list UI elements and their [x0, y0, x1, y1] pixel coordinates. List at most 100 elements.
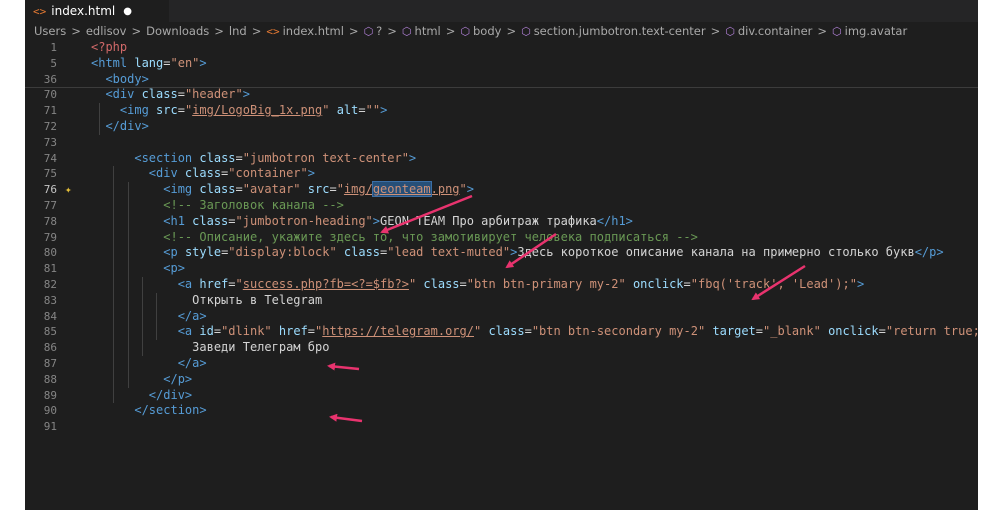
code-line[interactable]: 74 <section class="jumbotron text-center…	[25, 151, 978, 167]
code-token: class	[141, 87, 178, 102]
breadcrumb-item[interactable]: Downloads	[146, 24, 209, 38]
breadcrumb-separator: >	[214, 24, 224, 38]
code-token: <div	[105, 87, 142, 102]
code-line[interactable]: 84 </a>	[25, 309, 978, 325]
tab-bar: <> index.html ●	[25, 0, 978, 22]
code-text: <p>	[91, 261, 185, 277]
code-token: =	[358, 103, 366, 118]
breadcrumb-item[interactable]: ⬡ img.avatar	[832, 24, 907, 38]
code-token: >	[856, 276, 865, 291]
code-line[interactable]: 1 <?php	[25, 40, 978, 56]
line-number: 71	[43, 104, 57, 118]
breadcrumb-item[interactable]: ⬡ section.jumbotron.text-center	[521, 24, 706, 38]
breadcrumb-item[interactable]: Users	[34, 24, 66, 38]
code-token: <?php	[91, 40, 128, 54]
code-line[interactable]: 81 <p>	[25, 261, 978, 277]
sparkle-icon[interactable]: ✦	[65, 182, 72, 198]
code-token: ""	[365, 103, 381, 118]
code-line[interactable]: 71 <img src="img/LogoBig_1x.png" alt="">	[25, 103, 978, 119]
code-token: "en"	[170, 55, 200, 70]
code-line[interactable]: 90 </section>	[25, 403, 978, 419]
line-number: 85	[43, 325, 57, 339]
code-token: <img	[163, 182, 200, 197]
breadcrumb-item[interactable]: ⬡ html	[402, 24, 441, 38]
code-token: <p>	[163, 261, 185, 276]
code-token: </p>	[163, 371, 193, 386]
code-line[interactable]: 36 <body>	[25, 72, 978, 88]
code-token: <section	[134, 150, 200, 165]
code-token: <body>	[105, 71, 149, 86]
code-line[interactable]: 82 <a href="success.php?fb=<?=$fb?>" cla…	[25, 277, 978, 293]
line-number: 76	[43, 183, 57, 197]
breadcrumb-item[interactable]: ⬡?	[364, 24, 383, 38]
code-token: "btn btn-primary my-2"	[466, 276, 626, 291]
code-token: =	[683, 276, 691, 291]
code-line[interactable]: 75 <div class="container">	[25, 166, 978, 182]
code-line[interactable]: 73	[25, 135, 978, 151]
line-number: 1	[50, 41, 57, 54]
breadcrumb-separator: >	[348, 24, 359, 38]
code-token: Заведи Телеграм бро	[91, 340, 330, 355]
cube-icon: ⬡	[401, 25, 412, 38]
breadcrumb-label: lnd	[228, 24, 247, 38]
line-number: 75	[43, 167, 57, 181]
breadcrumb-separator: >	[71, 24, 81, 38]
line-number: 90	[43, 404, 57, 418]
breadcrumb-item[interactable]: ⬡ body	[460, 24, 501, 38]
code-text: <a id="dlink" href="https://telegram.org…	[91, 324, 978, 340]
code-token: =	[177, 87, 185, 102]
breadcrumb-separator: >	[445, 24, 456, 38]
code-token: =	[235, 150, 243, 165]
code-line[interactable]: 79 <!-- Описание, укажите здесь то, что …	[25, 230, 978, 246]
breadcrumb-item[interactable]: ⬡ div.container	[725, 24, 812, 38]
code-line[interactable]: 87 </a>	[25, 356, 978, 372]
unsaved-dot-icon[interactable]: ●	[123, 6, 132, 17]
code-token: =	[459, 276, 467, 291]
code-line[interactable]: 80 <p style="display:block" class="lead …	[25, 245, 978, 261]
code-text: <p style="display:block" class="lead tex…	[91, 245, 943, 261]
code-line[interactable]: 88 </p>	[25, 372, 978, 388]
code-token: success.php?fb=<?=$fb?>	[242, 276, 409, 291]
line-number: 88	[43, 372, 57, 386]
code-token: class	[184, 166, 222, 181]
code-line[interactable]: 91	[25, 419, 978, 435]
code-text: <div class="header">	[91, 87, 250, 103]
breadcrumb-item[interactable]: <> index.html	[266, 24, 344, 38]
cube-icon: ⬡	[521, 25, 531, 38]
code-area[interactable]: 1 <?php 5 <html lang="en"> 36 <body> 70 <div …	[25, 40, 978, 435]
code-line[interactable]: 78 <h1 class="jumbotron-heading">GEON TE…	[25, 214, 978, 230]
code-line[interactable]: 72 </div>	[25, 119, 978, 135]
line-number: 36	[43, 72, 57, 86]
line-number: 89	[43, 388, 57, 402]
tab-index-html[interactable]: <> index.html ●	[25, 0, 169, 22]
code-token: =	[755, 324, 764, 339]
code-editor: <> index.html ● Users > edlisov > Downloads >…	[25, 0, 978, 510]
code-line[interactable]: 85 <a id="dlink" href="https://telegram.…	[25, 324, 978, 340]
breadcrumb-label: Users	[34, 24, 67, 38]
code-token: "lead text-muted"	[387, 245, 511, 260]
code-line[interactable]: 83 Открыть в Telegram	[25, 293, 978, 309]
code-text: Заведи Телеграм бро	[91, 340, 329, 356]
code-line[interactable]: 76 ✦ <img class="avatar" src="img/geontea…	[25, 181, 978, 198]
breadcrumb-item[interactable]: lnd	[229, 24, 247, 38]
code-token: src	[307, 182, 330, 197]
cube-icon: ⬡	[832, 25, 842, 38]
code-token: href	[278, 324, 308, 339]
code-token: <div	[148, 166, 185, 181]
code-token: </div>	[148, 387, 193, 402]
code-line[interactable]: 86 Заведи Телеграм бро	[25, 340, 978, 356]
line-number: 73	[43, 135, 57, 149]
code-line[interactable]: 5 <html lang="en">	[25, 56, 978, 72]
code-token: >	[408, 150, 417, 165]
code-line[interactable]: 89 </div>	[25, 388, 978, 404]
code-line[interactable]: 77 <!-- Заголовок канала -->	[25, 198, 978, 214]
code-text: </a>	[91, 309, 207, 325]
code-line[interactable]: 70 <div class="header">	[25, 87, 978, 103]
breadcrumb-item[interactable]: edlisov	[86, 24, 127, 38]
